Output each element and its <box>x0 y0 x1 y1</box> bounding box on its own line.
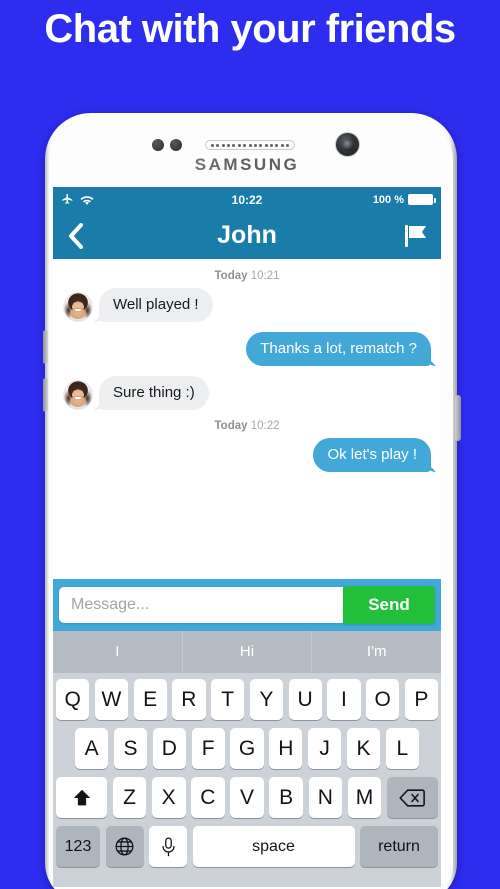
key-f[interactable]: F <box>191 728 225 769</box>
key-l[interactable]: L <box>385 728 419 769</box>
chat-daystamp: Today 10:21 <box>53 270 441 282</box>
key-q[interactable]: Q <box>56 679 90 720</box>
keyboard-row-4: 123 space return <box>56 826 438 867</box>
key-v[interactable]: V <box>230 777 264 818</box>
key-d[interactable]: D <box>152 728 186 769</box>
globe-key[interactable] <box>105 826 144 867</box>
space-key[interactable]: space <box>192 826 355 867</box>
key-e[interactable]: E <box>133 679 167 720</box>
key-a[interactable]: A <box>75 728 109 769</box>
message-input[interactable]: Message... <box>59 587 343 623</box>
key-n[interactable]: N <box>308 777 343 818</box>
status-bar-clock: 10:22 <box>231 192 263 207</box>
flag-icon[interactable] <box>405 224 427 248</box>
suggestion-item[interactable]: Hi <box>181 631 312 673</box>
page-title: John <box>217 221 277 249</box>
airplane-mode-icon <box>61 193 74 206</box>
microphone-icon <box>161 836 176 857</box>
message-row: Well played ! <box>53 288 441 322</box>
key-h[interactable]: H <box>269 728 303 769</box>
daystamp-day: Today <box>214 420 248 432</box>
shift-up-arrow-icon <box>71 787 93 809</box>
key-o[interactable]: O <box>366 679 400 720</box>
back-button[interactable] <box>67 222 84 249</box>
key-t[interactable]: T <box>211 679 245 720</box>
key-g[interactable]: G <box>230 728 264 769</box>
battery-percent-label: 100 % <box>372 193 405 206</box>
keyboard-row-2: A S D F G H J K L <box>56 728 438 769</box>
front-camera-icon <box>335 132 360 157</box>
microphone-key[interactable] <box>149 826 187 867</box>
chat-message-list[interactable]: Today 10:21 Well played ! Thanks a lot, … <box>53 259 441 579</box>
globe-language-icon <box>114 836 135 857</box>
backspace-key[interactable] <box>386 777 439 818</box>
message-row: Thanks a lot, rematch ? <box>53 332 441 366</box>
daystamp-time: 10:22 <box>250 420 280 432</box>
message-bubble-incoming: Well played ! <box>99 288 213 322</box>
avatar <box>63 380 93 410</box>
status-bar: 10:22 100 % <box>53 187 441 212</box>
key-y[interactable]: Y <box>249 679 283 720</box>
volume-down-button[interactable] <box>43 378 48 412</box>
avatar <box>63 292 93 322</box>
keyboard-suggestion-bar: I Hi I'm <box>53 631 441 673</box>
phone-device: SAMSUNG 10:22 100 % John Today 10:21 Wel… <box>45 113 457 889</box>
message-bubble-incoming: Sure thing :) <box>99 376 209 410</box>
wifi-icon <box>80 194 94 206</box>
on-screen-keyboard: Q W E R T Y U I O P A S D F G H J K L Z … <box>53 673 441 887</box>
power-button[interactable] <box>455 395 461 441</box>
page-headline: Chat with your friends <box>44 7 456 51</box>
message-row: Ok let's play ! <box>53 438 441 472</box>
message-bubble-outgoing: Thanks a lot, rematch ? <box>246 332 431 366</box>
phone-top-bezel: SAMSUNG <box>45 113 449 185</box>
backspace-delete-icon <box>399 788 426 808</box>
earpiece-speaker-icon <box>205 140 295 150</box>
suggestion-item[interactable]: I <box>53 631 182 673</box>
key-w[interactable]: W <box>94 679 128 720</box>
phone-brand-label: SAMSUNG <box>45 155 449 175</box>
key-z[interactable]: Z <box>112 777 147 818</box>
keyboard-row-1: Q W E R T Y U I O P <box>56 679 438 720</box>
return-key[interactable]: return <box>360 826 438 867</box>
message-input-bar: Message... Send <box>53 579 441 631</box>
key-j[interactable]: J <box>307 728 342 769</box>
message-row: Sure thing :) <box>53 376 441 410</box>
key-p[interactable]: P <box>404 679 438 720</box>
key-s[interactable]: S <box>113 728 148 769</box>
key-u[interactable]: U <box>288 679 322 720</box>
phone-screen: 10:22 100 % John Today 10:21 Well played… <box>53 187 441 887</box>
daystamp-time: 10:21 <box>250 270 280 282</box>
chat-daystamp: Today 10:22 <box>53 420 441 432</box>
message-bubble-outgoing: Ok let's play ! <box>313 438 431 472</box>
send-button[interactable]: Send <box>343 586 435 624</box>
proximity-sensor-icon <box>152 139 164 151</box>
key-k[interactable]: K <box>346 728 381 769</box>
keyboard-row-3: Z X C V B N M <box>55 777 439 818</box>
shift-key[interactable] <box>55 777 108 818</box>
key-c[interactable]: C <box>191 777 225 818</box>
key-m[interactable]: M <box>347 777 382 818</box>
key-r[interactable]: R <box>172 679 206 720</box>
key-x[interactable]: X <box>151 777 186 818</box>
numeric-key[interactable]: 123 <box>56 826 100 867</box>
suggestion-item[interactable]: I'm <box>311 631 441 673</box>
light-sensor-icon <box>170 139 182 151</box>
daystamp-day: Today <box>214 270 248 282</box>
volume-up-button[interactable] <box>43 330 48 364</box>
key-i[interactable]: I <box>327 679 361 720</box>
chat-nav-bar: John <box>53 212 441 259</box>
battery-full-icon <box>408 194 437 205</box>
key-b[interactable]: B <box>269 777 304 818</box>
